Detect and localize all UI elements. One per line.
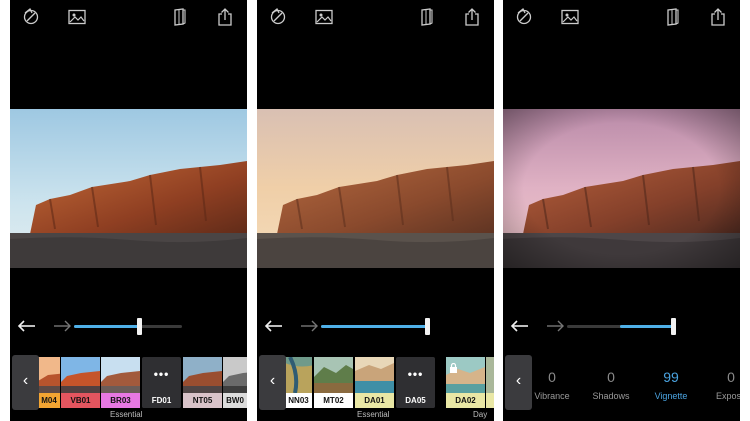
adjust-name: Shadows xyxy=(592,391,630,401)
adjustment-strip: ‹ 0 Vibrance 0 Shadows 99 Vignette 0 Exp… xyxy=(503,355,740,421)
slider-knob[interactable] xyxy=(136,318,142,335)
filter-more-fd01[interactable]: ••• FD01 xyxy=(142,357,181,408)
rotate-icon[interactable] xyxy=(268,7,288,27)
filter-label: DA02 xyxy=(446,393,485,408)
filter-label: FD01 xyxy=(142,393,181,408)
top-toolbar xyxy=(10,0,247,34)
filter-label: BW0 xyxy=(223,393,247,408)
filter-nn03[interactable]: NN03 xyxy=(285,357,312,408)
adjust-value: 0 xyxy=(548,369,556,385)
chevron-left-icon: ‹ xyxy=(269,372,276,389)
undo-icon[interactable] xyxy=(264,318,284,334)
lock-icon xyxy=(449,360,458,373)
undo-icon[interactable] xyxy=(510,318,530,334)
image-icon[interactable] xyxy=(560,7,580,27)
top-toolbar xyxy=(257,0,494,34)
intensity-slider[interactable] xyxy=(74,318,182,335)
book-icon[interactable] xyxy=(417,7,437,27)
adjust-value: 0 xyxy=(607,369,615,385)
filter-m04[interactable]: M04 xyxy=(38,357,60,408)
filter-label: NT05 xyxy=(183,393,222,408)
adjust-exposure[interactable]: 0 Exposu xyxy=(706,369,740,401)
filter-nt05[interactable]: NT05 xyxy=(183,357,222,408)
image-icon[interactable] xyxy=(67,7,87,27)
filter-vb01[interactable]: VB01 xyxy=(61,357,100,408)
redo-icon[interactable] xyxy=(299,318,319,334)
book-icon[interactable] xyxy=(170,7,190,27)
image-icon[interactable] xyxy=(314,7,334,27)
filter-group-label: Essential xyxy=(357,410,390,419)
slider-fill xyxy=(619,325,673,328)
chevron-left-icon: ‹ xyxy=(515,372,522,389)
share-icon[interactable] xyxy=(708,7,728,27)
edit-controls xyxy=(503,315,740,339)
more-dots-icon: ••• xyxy=(407,367,424,381)
photo-preview xyxy=(10,109,247,268)
adjust-value: 0 xyxy=(727,369,735,385)
filter-da01[interactable]: DA01 xyxy=(355,357,394,408)
edit-controls xyxy=(257,315,494,339)
filter-label: MT02 xyxy=(314,393,353,408)
filter-label: NN03 xyxy=(285,393,312,408)
top-toolbar xyxy=(503,0,740,34)
redo-icon[interactable] xyxy=(545,318,565,334)
more-dots-icon: ••• xyxy=(153,367,170,381)
filter-strip: ‹ M04 VB01 BR03 ••• FD01 NT05 BW0 Essent… xyxy=(10,355,247,421)
back-button[interactable]: ‹ xyxy=(505,355,532,410)
intensity-slider[interactable] xyxy=(321,318,430,335)
adjust-shadows[interactable]: 0 Shadows xyxy=(586,369,636,401)
filter-label: DA01 xyxy=(355,393,394,408)
adjust-name: Exposu xyxy=(715,391,740,401)
phone-screen-filters-day: ‹ NN03 MT02 DA01 ••• DA05 DA02 Essential… xyxy=(257,0,494,421)
photo-preview xyxy=(257,109,494,268)
phone-screen-adjustments: ‹ 0 Vibrance 0 Shadows 99 Vignette 0 Exp… xyxy=(503,0,740,421)
filter-group-label-day: Day xyxy=(473,410,488,419)
adjust-vignette[interactable]: 99 Vignette xyxy=(646,369,696,401)
filter-label: BR03 xyxy=(101,393,140,408)
filter-group-label: Essential xyxy=(110,410,143,419)
adjust-name: Vignette xyxy=(654,391,688,401)
filter-strip: ‹ NN03 MT02 DA01 ••• DA05 DA02 Essential… xyxy=(257,355,494,421)
filter-da02[interactable]: DA02 xyxy=(446,357,485,408)
photo-preview xyxy=(503,109,740,268)
slider-fill xyxy=(321,325,427,328)
filter-label: DA05 xyxy=(396,393,435,408)
share-icon[interactable] xyxy=(462,7,482,27)
filter-label: VB01 xyxy=(61,393,100,408)
slider-knob[interactable] xyxy=(424,318,430,335)
filter-bw[interactable]: BW0 xyxy=(223,357,247,408)
vignette-slider[interactable] xyxy=(567,318,676,335)
adjust-vibrance[interactable]: 0 Vibrance xyxy=(527,369,577,401)
back-button[interactable]: ‹ xyxy=(259,355,286,410)
filter-more-da05[interactable]: ••• DA05 xyxy=(396,357,435,408)
phone-screen-filters: ‹ M04 VB01 BR03 ••• FD01 NT05 BW0 Essent… xyxy=(10,0,247,421)
filter-mt02[interactable]: MT02 xyxy=(314,357,353,408)
adjust-name: Vibrance xyxy=(534,391,570,401)
slider-knob[interactable] xyxy=(670,318,676,335)
rotate-icon[interactable] xyxy=(514,7,534,27)
share-icon[interactable] xyxy=(215,7,235,27)
adjust-value: 99 xyxy=(663,369,679,385)
book-icon[interactable] xyxy=(663,7,683,27)
filter-br03[interactable]: BR03 xyxy=(101,357,140,408)
slider-fill xyxy=(74,325,139,328)
undo-icon[interactable] xyxy=(17,318,37,334)
rotate-icon[interactable] xyxy=(21,7,41,27)
chevron-left-icon: ‹ xyxy=(22,372,29,389)
redo-icon[interactable] xyxy=(52,318,72,334)
edit-controls xyxy=(10,315,247,339)
back-button[interactable]: ‹ xyxy=(12,355,39,410)
filter-partial[interactable] xyxy=(486,357,494,408)
filter-label: M04 xyxy=(38,393,60,408)
